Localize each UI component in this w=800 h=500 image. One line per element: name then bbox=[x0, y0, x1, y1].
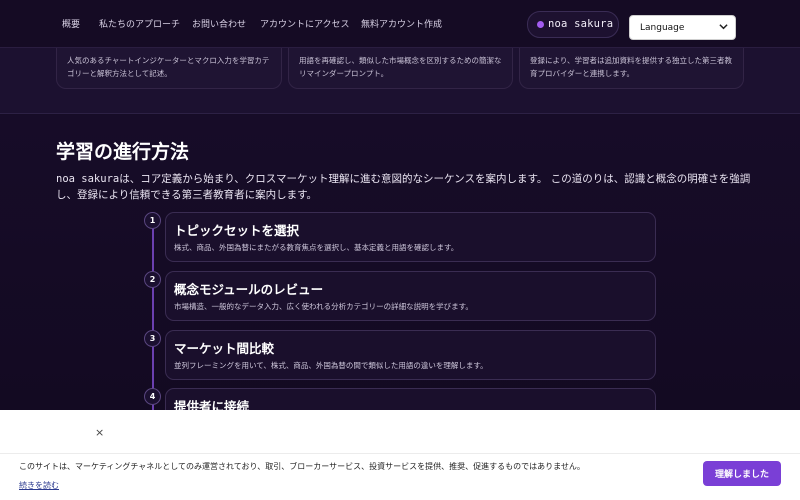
step-number: 2 bbox=[144, 271, 161, 288]
timeline-line bbox=[152, 228, 154, 410]
step-description: 株式、商品、外国為替にまたがる教育焦点を選択し、基本定義と用語を確認します。 bbox=[174, 243, 459, 252]
read-more-link[interactable]: 続きを読む bbox=[19, 480, 59, 491]
disclaimer-text: このサイトは、マーケティングチャネルとしてのみ運営されており、取引、ブローカーサ… bbox=[19, 462, 585, 471]
disclaimer-banner: × このサイトは、マーケティングチャネルとしてのみ運営されており、取引、ブローカ… bbox=[0, 410, 800, 500]
nav-link-create-account[interactable]: 無料アカウント作成 bbox=[361, 17, 442, 30]
banner-divider bbox=[0, 453, 800, 454]
top-nav: 概要 私たちのアプローチ お問い合わせ アカウントにアクセス 無料アカウント作成… bbox=[0, 0, 800, 48]
section-intro: noa sakuraは、コア定義から始まり、クロスマーケット理解に進む意図的なシ… bbox=[56, 171, 756, 203]
section-title: 学習の進行方法 bbox=[56, 141, 190, 163]
step-description: 市場構造、一般的なデータ入力、広く使われる分析カテゴリーの詳細な説明を学びます。 bbox=[174, 302, 473, 311]
nav-link-approach[interactable]: 私たちのアプローチ bbox=[99, 17, 180, 30]
feature-card: 登録により、学習者は追加資料を提供する独立した第三者教育プロバイダーと連携します… bbox=[519, 48, 744, 89]
step-description: 並列フレーミングを用いて、株式、商品、外国為替の間で類似した用語の違いを理解しま… bbox=[174, 361, 488, 370]
language-select-label: Language bbox=[640, 23, 685, 33]
feature-card: 人気のあるチャートインジケーターとマクロ入力を学習カテゴリーと解釈方法として記述… bbox=[56, 48, 282, 89]
feature-card-text: 人気のあるチャートインジケーターとマクロ入力を学習カテゴリーと解釈方法として記述… bbox=[67, 56, 270, 78]
step-title: 概念モジュールのレビュー bbox=[174, 282, 324, 297]
feature-card: 用語を再確認し、類似した市場概念を区別するための簡潔なリマインダープロンプト。 bbox=[288, 48, 513, 89]
step-card: トピックセットを選択 株式、商品、外国為替にまたがる教育焦点を選択し、基本定義と… bbox=[165, 212, 656, 262]
intro-text: は、コア定義から始まり、クロスマーケット理解に進む意図的なシーケンスを案内します… bbox=[56, 173, 751, 201]
intro-brand: noa sakura bbox=[56, 173, 120, 185]
nav-link-access-account[interactable]: アカウントにアクセス bbox=[260, 17, 350, 30]
step-number: 4 bbox=[144, 388, 161, 405]
feature-cards: 人気のあるチャートインジケーターとマクロ入力を学習カテゴリーと解釈方法として記述… bbox=[0, 48, 800, 114]
step-number: 3 bbox=[144, 330, 161, 347]
language-select[interactable]: Language bbox=[629, 15, 736, 40]
step-card: 概念モジュールのレビュー 市場構造、一般的なデータ入力、広く使われる分析カテゴリ… bbox=[165, 271, 656, 321]
chevron-down-icon bbox=[719, 22, 728, 33]
step-title: マーケット間比較 bbox=[174, 341, 275, 356]
nav-link-overview[interactable]: 概要 bbox=[62, 17, 80, 30]
accept-button[interactable]: 理解しました bbox=[703, 461, 781, 486]
nav-link-contact[interactable]: お問い合わせ bbox=[192, 17, 246, 30]
feature-card-text: 登録により、学習者は追加資料を提供する独立した第三者教育プロバイダーと連携します… bbox=[530, 56, 733, 78]
brand-badge[interactable]: noa sakura bbox=[527, 11, 619, 38]
step-number: 1 bbox=[144, 212, 161, 229]
close-icon[interactable]: × bbox=[95, 426, 104, 439]
step-card: マーケット間比較 並列フレーミングを用いて、株式、商品、外国為替の間で類似した用… bbox=[165, 330, 656, 380]
brand-name: noa sakura bbox=[548, 18, 614, 30]
step-title: トピックセットを選択 bbox=[174, 223, 300, 238]
feature-card-text: 用語を再確認し、類似した市場概念を区別するための簡潔なリマインダープロンプト。 bbox=[299, 56, 502, 78]
brand-dot-icon bbox=[537, 21, 544, 28]
